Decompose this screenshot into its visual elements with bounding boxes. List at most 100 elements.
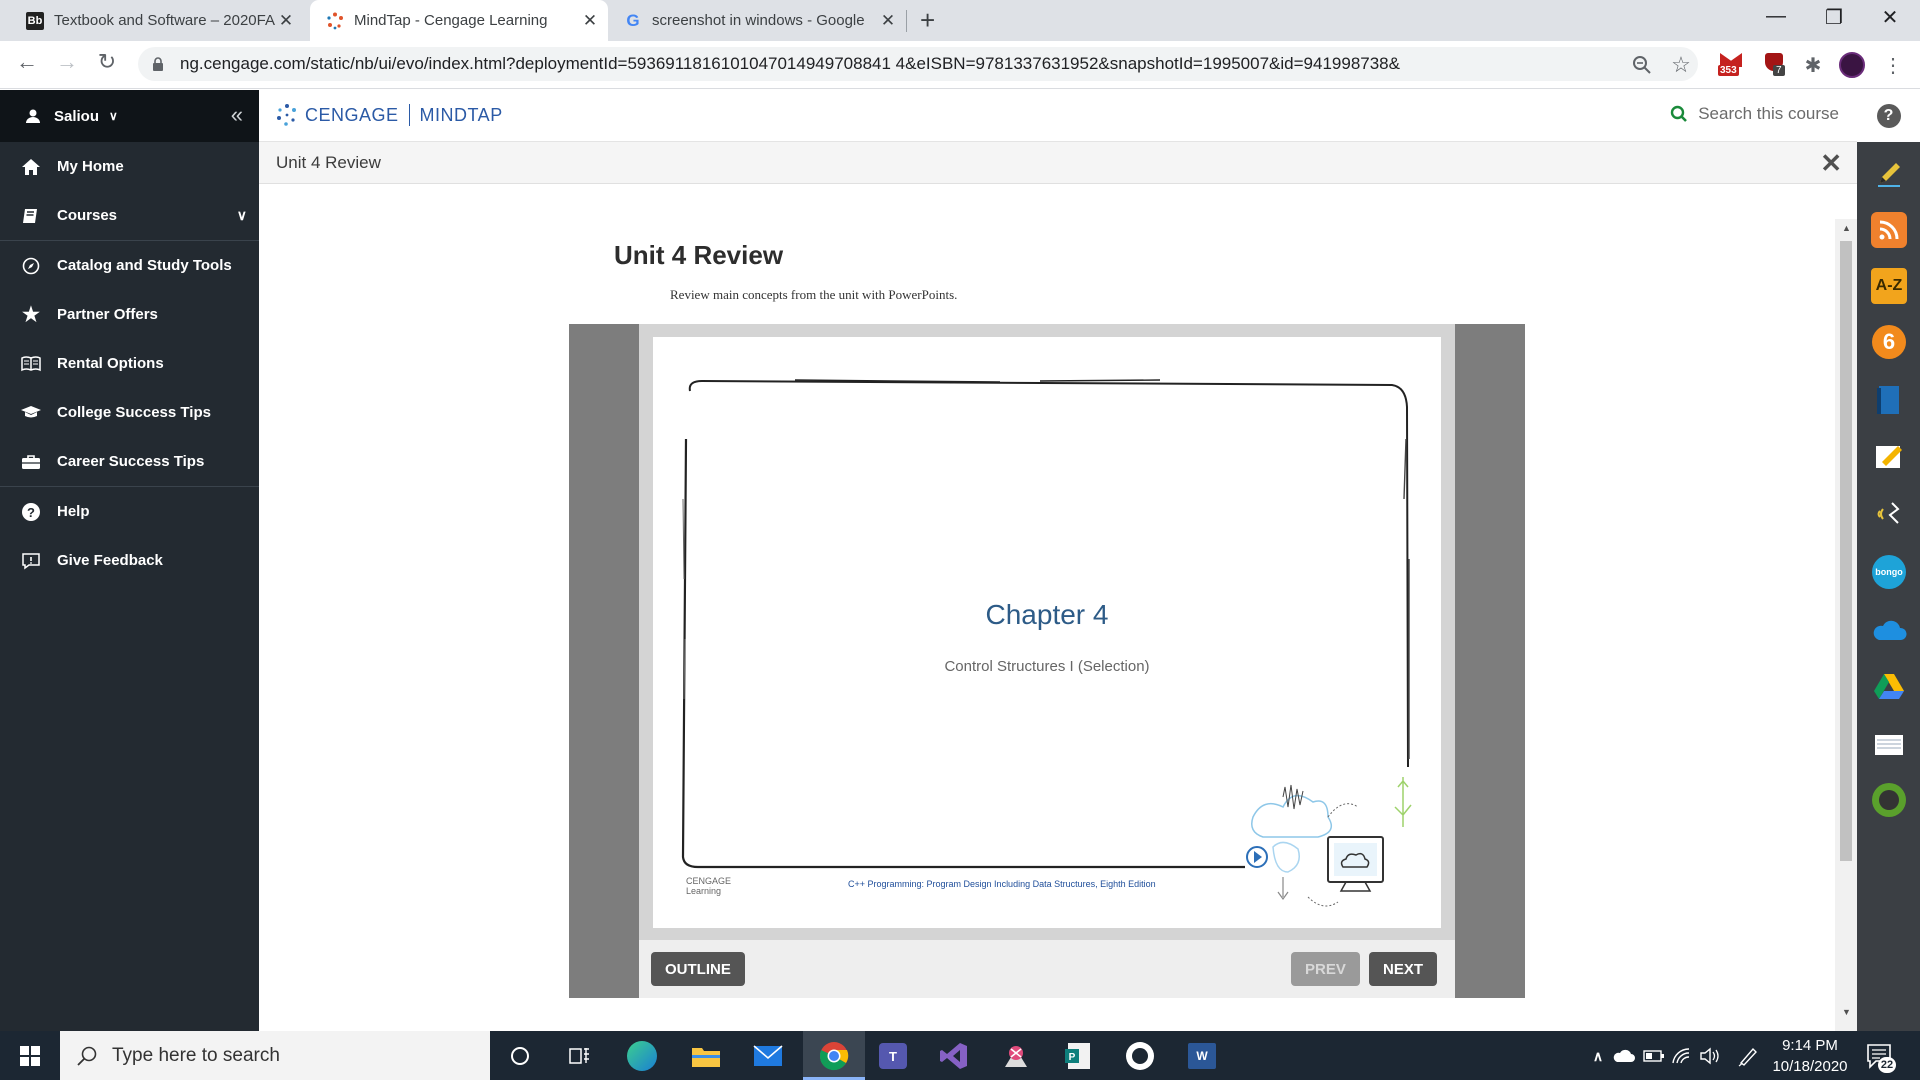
system-clock[interactable]: 9:14 PM 10/18/2020 (1768, 1035, 1852, 1077)
pencil-notes-icon[interactable] (1871, 156, 1907, 192)
new-tab-button[interactable]: + (920, 5, 935, 36)
readspeaker-icon[interactable] (1871, 496, 1907, 532)
slide: Chapter 4 Control Structures I (Selectio… (653, 337, 1441, 928)
clock-time: 9:14 PM (1782, 1037, 1838, 1054)
slide-footer-text: C++ Programming: Program Design Includin… (848, 879, 1156, 889)
flashcards-icon[interactable] (1871, 726, 1907, 762)
close-tab-icon[interactable]: ✕ (878, 11, 898, 31)
sidebar-item-courses[interactable]: Courses ∨ (0, 191, 259, 240)
notes-icon[interactable] (1871, 438, 1907, 474)
compass-icon (20, 255, 42, 277)
windows-start-button[interactable] (0, 1031, 60, 1080)
address-bar[interactable]: ng.cengage.com/static/nb/ui/evo/index.ht… (138, 47, 1698, 81)
sidebar-item-give-feedback[interactable]: Give Feedback (0, 536, 259, 585)
gmail-badge: 353 (1718, 65, 1739, 76)
cortana-icon[interactable] (502, 1038, 538, 1074)
taskbar-search-box[interactable]: Type here to search (60, 1031, 490, 1080)
scroll-down-icon[interactable]: ▼ (1842, 1007, 1851, 1017)
gmail-extension-icon[interactable]: 353 (1718, 52, 1744, 78)
user-name: Saliou (54, 107, 100, 125)
shield-extension-icon[interactable]: 7 (1762, 52, 1788, 78)
cengage-logo-icon (277, 104, 296, 126)
search-course-button[interactable]: Search this course (1670, 104, 1839, 124)
restore-button[interactable]: ❐ (1814, 5, 1854, 30)
rss-feed-icon[interactable] (1871, 212, 1907, 248)
edge-icon[interactable] (624, 1038, 660, 1074)
sidebar-item-help[interactable]: ? Help (0, 487, 259, 536)
sidebar-item-catalog[interactable]: Catalog and Study Tools (0, 241, 259, 290)
visual-studio-icon[interactable] (936, 1038, 972, 1074)
sidebar-item-college-success[interactable]: College Success Tips (0, 388, 259, 437)
reload-button[interactable]: ↻ (92, 49, 122, 75)
aplia-icon[interactable]: 6 (1871, 324, 1907, 360)
word-icon[interactable]: W (1184, 1038, 1220, 1074)
brand-cengage: CENGAGE (305, 104, 399, 125)
publisher-icon[interactable]: P (1060, 1038, 1096, 1074)
teams-icon[interactable]: T (875, 1038, 911, 1074)
profile-avatar[interactable] (1839, 52, 1865, 78)
tab-mindtap[interactable]: MindTap - Cengage Learning ✕ (310, 0, 608, 41)
scroll-up-icon[interactable]: ▲ (1842, 223, 1851, 233)
google-drive-icon[interactable] (1871, 668, 1907, 704)
volume-icon[interactable] (1692, 1038, 1728, 1074)
glossary-az-icon[interactable]: A-Z (1871, 268, 1907, 304)
action-center-icon[interactable]: 22 (1862, 1039, 1896, 1073)
slide-cengage-logo: CENGAGE Learning (686, 876, 731, 896)
user-icon (26, 109, 40, 123)
sidebar-item-label: Courses (57, 207, 118, 224)
file-explorer-icon[interactable] (688, 1038, 724, 1074)
progress-icon[interactable] (1871, 782, 1907, 818)
sidebar-item-career-success[interactable]: Career Success Tips (0, 437, 259, 486)
close-activity-icon[interactable]: ✕ (1820, 148, 1842, 179)
help-button[interactable]: ? (1857, 90, 1920, 142)
tab-title: screenshot in windows - Google (652, 12, 865, 29)
scroll-thumb[interactable] (1840, 241, 1852, 861)
prev-button[interactable]: PREV (1291, 952, 1360, 986)
feedback-icon (20, 550, 42, 572)
chevron-down-icon: ∨ (109, 109, 118, 123)
tab-google[interactable]: G screenshot in windows - Google ✕ (612, 0, 906, 41)
graduation-cap-icon (20, 402, 42, 424)
forward-button[interactable]: → (52, 49, 82, 75)
mindtap-header: CENGAGE MINDTAP Search this course (259, 90, 1857, 142)
brand-divider (408, 104, 410, 126)
bongo-icon[interactable]: bongo (1871, 554, 1907, 590)
close-tab-icon[interactable]: ✕ (276, 11, 296, 31)
bookmark-star-icon[interactable]: ☆ (1668, 52, 1694, 78)
svg-text:P: P (1069, 1052, 1076, 1063)
whatsapp-icon[interactable] (1122, 1038, 1158, 1074)
ebook-icon[interactable] (1871, 382, 1907, 418)
zoom-icon[interactable] (1629, 52, 1655, 78)
sidebar-item-label: Catalog and Study Tools (57, 257, 232, 274)
back-button[interactable]: ← (12, 49, 42, 75)
cengage-mindtap-logo[interactable]: CENGAGE MINDTAP (275, 103, 503, 127)
pen-workspace-icon[interactable] (1730, 1038, 1766, 1074)
sidebar-item-label: My Home (57, 158, 124, 175)
puzzle-extensions-icon[interactable]: ✱ (1800, 52, 1826, 78)
task-view-icon[interactable] (562, 1038, 598, 1074)
next-button[interactable]: NEXT (1369, 952, 1438, 986)
chrome-taskbar-icon[interactable] (803, 1031, 865, 1080)
tab-textbook[interactable]: Bb Textbook and Software – 2020FA ✕ (14, 0, 304, 41)
brand-mindtap: MINDTAP (419, 104, 503, 125)
tab-title: Textbook and Software – 2020FA (54, 12, 275, 29)
chrome-menu-icon[interactable]: ⋮ (1880, 52, 1906, 78)
question-icon: ? (20, 501, 42, 523)
sidebar-item-partner-offers[interactable]: ★ Partner Offers (0, 290, 259, 339)
outline-button[interactable]: OUTLINE (651, 952, 745, 986)
onedrive-icon[interactable] (1871, 612, 1907, 648)
book-icon (20, 205, 42, 227)
slide-controls: OUTLINE PREV NEXT (639, 940, 1455, 998)
sidebar-item-rental-options[interactable]: Rental Options (0, 339, 259, 388)
snip-sketch-icon[interactable] (998, 1038, 1034, 1074)
sidebar-item-my-home[interactable]: My Home (0, 142, 259, 191)
collapse-sidebar-icon[interactable]: « (231, 102, 243, 128)
close-window-button[interactable]: ✕ (1870, 5, 1910, 30)
star-icon: ★ (22, 304, 40, 326)
minimize-button[interactable]: — (1756, 5, 1796, 28)
user-menu[interactable]: Saliou ∨ « (0, 90, 259, 142)
activity-scrollbar[interactable]: ▲ ▼ (1835, 219, 1857, 1031)
mail-icon[interactable] (750, 1038, 786, 1074)
close-tab-icon[interactable]: ✕ (580, 11, 600, 31)
page-title: Unit 4 Review (614, 240, 784, 270)
